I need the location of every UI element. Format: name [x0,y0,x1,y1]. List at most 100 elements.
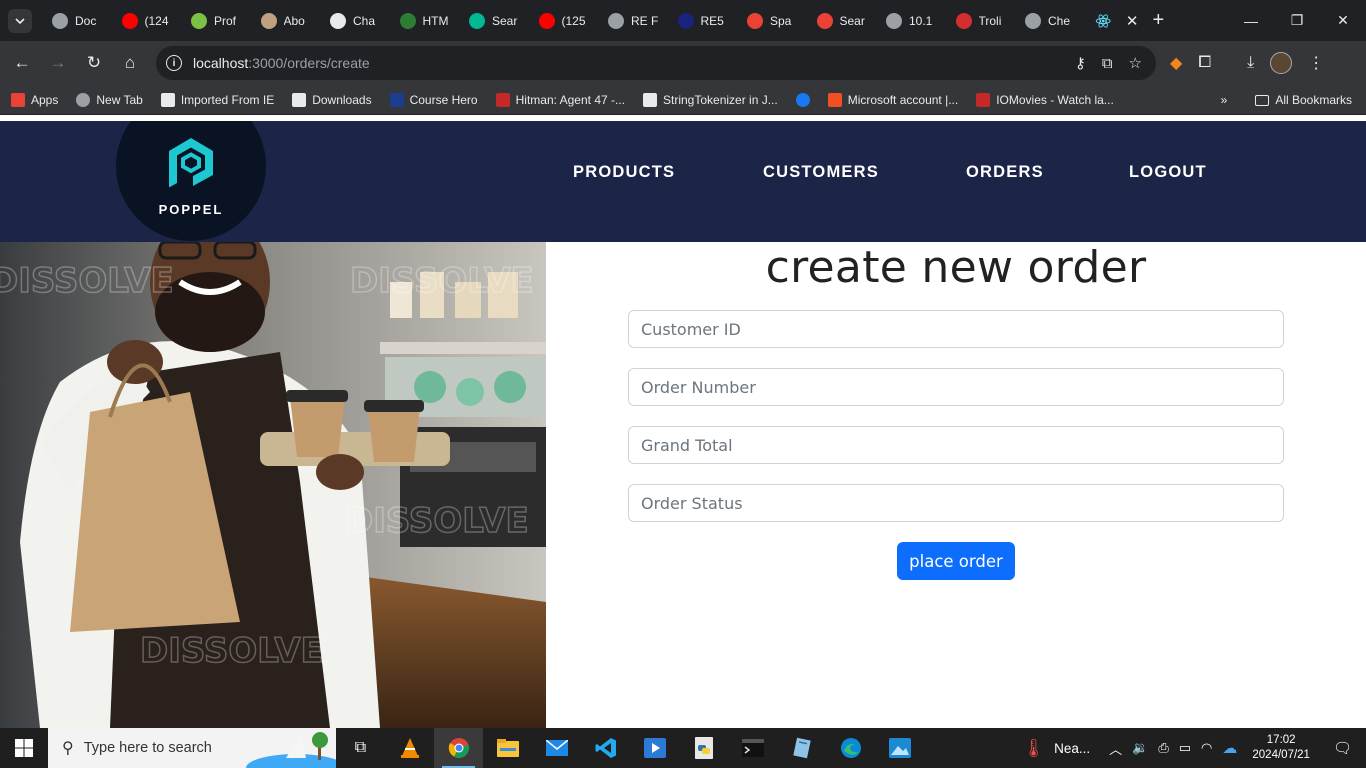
bookmark-item[interactable]: Microsoft account |... [819,92,968,107]
reload-icon[interactable]: ↻ [76,45,112,81]
bookmark-item[interactable]: Apps [2,92,67,107]
bookmark-label: Downloads [312,92,372,107]
tab-active-react[interactable]: ✕ [1087,0,1139,41]
tab-item[interactable]: RE F [600,0,670,41]
tab-item[interactable]: Sear [461,0,531,41]
tab-title: Cha [353,13,376,28]
gmail-icon [747,12,763,29]
install-app-icon[interactable]: ⧉ [1102,55,1113,72]
notifications-icon[interactable]: 🗨 [1333,739,1352,757]
clock-time: 17:02 [1266,734,1296,746]
task-view-icon[interactable]: ⧉ [336,728,385,768]
url-text[interactable]: localhost:3000/orders/create [193,55,370,71]
tab-item[interactable]: Abo [253,0,323,41]
volume-icon[interactable]: 🔉 [1132,740,1148,756]
tab-title: Troli [978,13,1002,28]
chrome-icon[interactable] [434,728,483,768]
more-bookmarks-chevron-icon[interactable]: » [1221,93,1228,107]
nav-products[interactable]: PRODUCTS [573,163,675,182]
show-hidden-icons-chevron-icon[interactable]: ︿ [1109,739,1122,758]
tab-item[interactable]: Prof [183,0,253,41]
bookmark-item[interactable]: IOMovies - Watch la... [967,92,1123,107]
file-explorer-icon[interactable] [483,728,532,768]
python-file-icon[interactable] [679,728,728,768]
tab-item[interactable]: Cha [322,0,392,41]
address-bar[interactable]: i localhost:3000/orders/create ⚷ ⧉ ☆ [156,46,1156,80]
start-button[interactable] [0,728,48,768]
tab-item[interactable]: 10.1 [878,0,948,41]
customer-id-input[interactable] [628,310,1284,348]
wifi-icon[interactable]: ◠ [1201,740,1212,756]
taskbar-search[interactable]: ⚲ Type here to search [48,728,336,768]
minimize-icon[interactable]: — [1228,0,1274,41]
onedrive-cloud-icon[interactable]: ☁ [1222,739,1237,757]
bookmark-label: Imported From IE [180,92,275,107]
shield-icon [955,12,972,29]
profile-avatar[interactable] [1270,52,1293,74]
bookmark-item[interactable]: New Tab [67,92,151,107]
notepad-icon[interactable] [777,728,826,768]
nav-logout[interactable]: LOGOUT [1129,163,1207,182]
new-tab-button[interactable]: + [1153,9,1165,32]
order-status-input[interactable] [628,484,1284,522]
t-icon [643,92,657,107]
tab-item[interactable]: Che [1017,0,1087,41]
io-icon [976,92,991,107]
place-order-button[interactable]: place order [897,542,1015,580]
nav-orders[interactable]: ORDERS [966,163,1044,182]
terminal-icon[interactable] [728,728,777,768]
home-icon[interactable]: ⌂ [112,45,148,81]
forward-icon[interactable]: → [40,45,76,81]
close-tab-icon[interactable]: ✕ [1126,12,1139,30]
create-order-panel: create new order place order [546,242,1366,728]
mail-icon[interactable] [532,728,581,768]
windows-taskbar: ⚲ Type here to search ⧉ 🌡 Nea... ︿ 🔉 ⎙ ▭… [0,728,1366,768]
extensions-puzzle-icon[interactable]: ⧠ [1198,54,1211,72]
grand-total-input[interactable] [628,426,1284,464]
apps-grid-icon [11,92,25,107]
globe-icon [52,12,68,29]
bookmark-item[interactable]: StringTokenizer in J... [634,92,787,107]
all-bookmarks-button[interactable]: All Bookmarks [1255,93,1352,107]
vscode-icon[interactable] [581,728,630,768]
tab-search-button[interactable] [8,8,32,33]
battery-icon[interactable]: ▭ [1179,740,1191,756]
tab-item[interactable]: Spa [739,0,809,41]
meet-now-icon[interactable]: ⎙ [1158,740,1168,756]
edge-icon[interactable] [826,728,875,768]
menu-kebab-icon[interactable]: ⋮ [1308,53,1324,73]
order-number-input[interactable] [628,368,1284,406]
watermark-text-2: DISSOLVE [345,501,529,541]
tab-item[interactable]: (124 [114,0,184,41]
tab-item[interactable]: HTM [392,0,462,41]
restore-icon[interactable]: ❐ [1274,0,1320,41]
io-icon [495,92,510,107]
bookmark-item[interactable]: Imported From IE [152,92,283,107]
weather-thermometer-icon[interactable]: 🌡 [1022,738,1045,759]
clock[interactable]: 17:02 2024/07/21 [1252,733,1310,763]
tab-item[interactable]: Sear [809,0,879,41]
download-icon[interactable]: ⤓ [1247,54,1254,72]
logo[interactable]: POPPEL [116,121,266,242]
nav-customers[interactable]: CUSTOMERS [763,163,879,182]
media-player-icon[interactable] [630,728,679,768]
metamask-fox-icon[interactable]: ◆ [1170,53,1182,73]
back-icon[interactable]: ← [4,45,40,81]
tab-item[interactable]: Troli [948,0,1018,41]
photos-icon[interactable] [875,728,924,768]
bookmark-item[interactable] [787,92,819,107]
bookmark-item[interactable]: Course Hero [381,92,487,107]
vlc-icon[interactable] [385,728,434,768]
site-info-icon[interactable]: i [166,55,182,71]
bookmark-item[interactable]: Downloads [283,92,380,107]
bookmark-item[interactable]: Hitman: Agent 47 -... [487,92,634,107]
bookmark-star-icon[interactable]: ☆ [1129,54,1142,72]
close-window-icon[interactable]: ✕ [1320,0,1366,41]
password-key-icon[interactable]: ⚷ [1075,54,1086,72]
bookmark-label: IOMovies - Watch la... [996,92,1114,107]
weather-label[interactable]: Nea... [1054,741,1090,756]
tab-item[interactable]: RE5 [670,0,740,41]
tab-item[interactable]: Doc [44,0,114,41]
tab-item[interactable]: (125 [531,0,601,41]
browser-toolbar: ← → ↻ ⌂ i localhost:3000/orders/create ⚷… [0,41,1366,85]
